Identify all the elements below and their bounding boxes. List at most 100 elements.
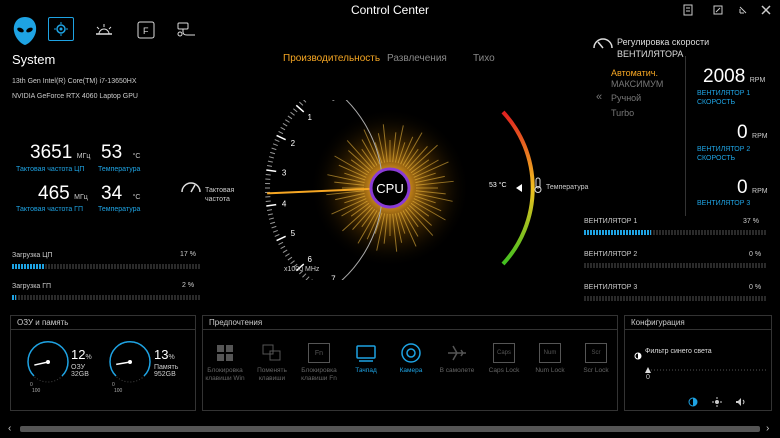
gpu-freq-label: Тактовая частота ГП — [16, 206, 83, 213]
gauge-tick-label: 1 — [308, 113, 313, 122]
gauge-tick — [265, 200, 271, 203]
memory-panel-title: ОЗУ и память — [11, 316, 195, 330]
blue-filter-label: Фильтр синего света — [645, 348, 712, 355]
pref-num-lock[interactable]: Num Num Lock — [527, 343, 573, 375]
gauge-tick — [274, 234, 280, 237]
pref-fn-lock[interactable]: Fn Блокировка клавиши Fn — [296, 343, 342, 383]
touchpad-icon — [355, 343, 377, 363]
cpu-load-bar — [12, 264, 200, 269]
gpu-load-bar-fill — [12, 295, 16, 300]
gauge-tick — [278, 241, 284, 246]
fan1-bar — [584, 230, 766, 235]
cpu-freq-group: 3651 МГц — [30, 142, 90, 164]
theme-mode-icon[interactable] — [688, 394, 698, 412]
fan-mode-chevron-icon: « — [596, 91, 603, 103]
close-icon[interactable] — [758, 2, 774, 18]
win-lock-icon — [214, 343, 236, 363]
gauge-tick — [266, 203, 277, 207]
system-title: System — [12, 52, 56, 67]
svg-text:F: F — [143, 26, 149, 36]
fan2-label: ВЕНТИЛЯТОР 2 СКОРОСТЬ — [697, 146, 751, 162]
gauge-tick — [266, 165, 273, 167]
manual-icon[interactable] — [680, 2, 696, 18]
airplane-icon — [446, 343, 468, 363]
gauge-tick — [270, 151, 276, 155]
ram-usage: 12% ОЗУ 32GB — [71, 347, 92, 378]
pref-scroll-lock[interactable]: Scr Scr Lock — [573, 343, 619, 375]
gauge-tick — [267, 213, 273, 216]
gauge-tick — [268, 156, 274, 159]
gauge-tick — [303, 100, 307, 103]
fan-control-title: Регулировка скорости ВЕНТИЛЯТОРА — [617, 37, 710, 59]
resize-icon[interactable] — [710, 2, 726, 18]
tab-performance[interactable]: Производительность — [283, 53, 380, 64]
brightness-icon[interactable] — [712, 394, 722, 412]
gauge-tick — [305, 276, 310, 280]
fan-mode-turbo[interactable]: Turbo — [611, 108, 634, 118]
disk-dial-max: 100 — [114, 388, 123, 394]
ram-dial-max: 100 — [32, 388, 41, 394]
gpu-temp-unit: °C — [132, 194, 141, 201]
gauge-tick — [293, 108, 298, 113]
scroll-right-icon[interactable]: › — [766, 423, 769, 434]
window-title: Control Center — [350, 3, 430, 17]
sound-icon[interactable] — [735, 394, 747, 412]
nav-lighting-icon[interactable] — [90, 17, 118, 43]
cpu-name: 13th Gen Intel(R) Core(TM) i7-13650HX — [12, 78, 137, 85]
fan-mode-manual[interactable]: Ручной — [611, 93, 641, 103]
tab-entertainment[interactable]: Развлечения — [387, 53, 447, 64]
gauge-temp-value: 53 °C — [489, 182, 507, 189]
fan2-bar-label: ВЕНТИЛЯТОР 2 — [584, 251, 638, 258]
gauge-tick-label: 5 — [291, 229, 296, 238]
gauge-tick — [287, 115, 293, 120]
pref-touchpad[interactable]: Тачпад — [343, 343, 389, 375]
nav-system-icon[interactable] — [48, 17, 74, 41]
blue-filter-slider[interactable] — [644, 362, 768, 380]
gauge-tick — [271, 147, 277, 151]
gauge-tick — [276, 134, 286, 141]
gpu-load-label: Загрузка ГП — [12, 283, 52, 290]
cpu-load-label: Загрузка ЦП — [12, 252, 53, 259]
pref-camera[interactable]: Камера — [388, 343, 434, 375]
cpu-freq-label: Тактовая частота ЦП — [16, 166, 85, 173]
fan-mode-max[interactable]: МАКСИМУМ — [611, 79, 663, 89]
tab-quiet[interactable]: Тихо — [473, 53, 495, 64]
fan1-label: ВЕНТИЛЯТОР 1 СКОРОСТЬ — [697, 90, 751, 106]
config-panel-title: Конфигурация — [625, 316, 771, 330]
gauge-tick — [287, 256, 293, 261]
fan1-rpm-group: 2008 RPM — [703, 66, 765, 88]
fan-mode-auto[interactable]: Автоматич. — [611, 68, 658, 78]
scroll-left-icon[interactable]: ‹ — [8, 423, 11, 434]
fan1-bar-value: 37 % — [743, 218, 759, 225]
gauge-tick — [302, 273, 307, 278]
thermometer-icon — [533, 177, 543, 198]
horizontal-scrollbar[interactable] — [20, 426, 760, 432]
fan1-bar-label: ВЕНТИЛЯТОР 1 — [584, 218, 638, 225]
fan2-rpm-value: 0 — [737, 122, 748, 143]
nav-macro-icon[interactable] — [172, 17, 200, 43]
num-lock-icon: Num — [539, 343, 561, 363]
gpu-name: NVIDIA GeForce RTX 4060 Laptop GPU — [12, 93, 138, 100]
pref-airplane[interactable]: В самолете — [434, 343, 480, 375]
fan3-bar — [584, 296, 766, 301]
pref-swap-keys[interactable]: Поменять клавиши — [249, 343, 295, 383]
cpu-load-bar-fill — [12, 264, 44, 269]
minimize-icon[interactable] — [735, 2, 751, 18]
gauge-tick — [268, 217, 274, 220]
fan2-rpm-group: 0 RPM — [737, 122, 768, 144]
pref-win-lock[interactable]: Блокировка клавиши Win — [202, 343, 248, 383]
fn-lock-icon: Fn — [308, 343, 330, 363]
gauge-tick — [285, 119, 290, 123]
fan2-rpm-unit: RPM — [752, 133, 768, 140]
fan3-bar-label: ВЕНТИЛЯТОР 3 — [584, 284, 638, 291]
gauge-tick-label: 2 — [291, 139, 296, 148]
gauge-freq-icon — [180, 180, 202, 199]
nav-fn-keys-icon[interactable]: F — [132, 17, 160, 43]
fan1-bar-fill — [584, 230, 652, 235]
fan-divider — [685, 56, 686, 216]
gauge-tick — [282, 249, 288, 253]
gauge-tick — [267, 160, 273, 163]
pref-caps-lock[interactable]: Caps Caps Lock — [481, 343, 527, 375]
gauge-freq-label: Тактовая частота — [205, 187, 235, 203]
gauge-tick-label: 0 — [331, 100, 336, 102]
